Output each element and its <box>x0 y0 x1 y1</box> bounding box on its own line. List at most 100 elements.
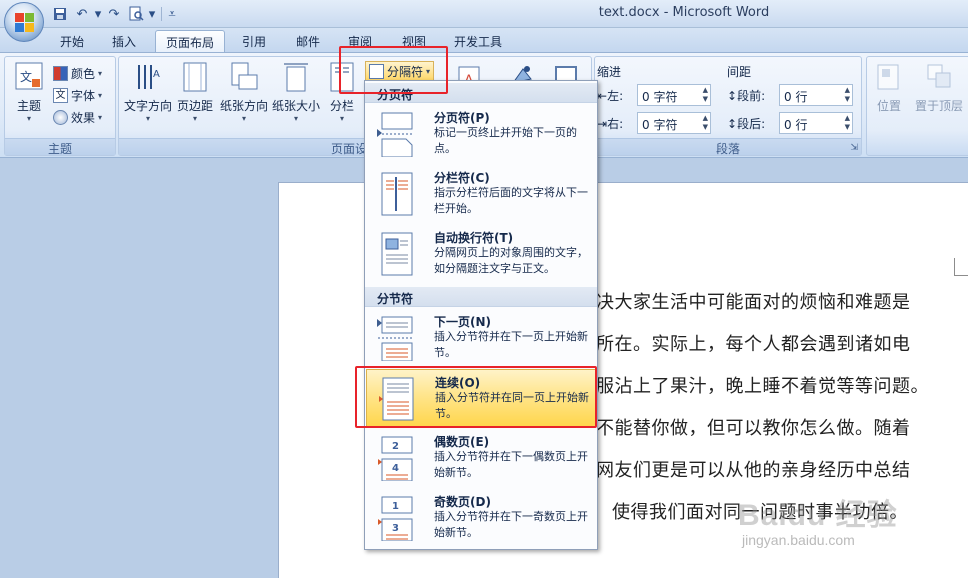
text-direction-icon: A <box>133 61 163 93</box>
columns-button[interactable]: 分栏 ▾ <box>325 61 359 124</box>
next-page-desc: 插入分节符并在下一页上开始新节。 <box>434 330 588 359</box>
page-break-item[interactable]: 分页符(P) 标记一页终止并开始下一页的点。 <box>366 105 596 163</box>
svg-text:A: A <box>153 69 160 80</box>
document-text-line[interactable]: 所在。实际上，每个人都会遇到诸如电 <box>596 330 911 356</box>
columns-dropdown-icon: ▾ <box>339 114 344 123</box>
indent-left-input[interactable]: 0 字符 ▲ ▼ <box>637 84 711 106</box>
margins-icon <box>180 61 210 93</box>
indent-left-icon: ⇤ <box>597 89 608 103</box>
even-page-item[interactable]: 2 4 偶数页(E) 插入分节符并在下一偶数页上开始新节。 <box>366 429 596 487</box>
document-text-line[interactable]: 服沾上了果汁，晚上睡不着觉等等问题。 <box>596 372 929 398</box>
bring-to-front-label: 置于顶层 <box>914 99 963 113</box>
size-button[interactable]: 纸张大小 ▾ <box>271 61 321 124</box>
fonts-dropdown-icon: ▾ <box>98 90 103 100</box>
orientation-dropdown-icon: ▾ <box>241 114 246 123</box>
margins-dropdown-icon: ▾ <box>192 114 197 123</box>
title-bar: ↶ ▾ ↷ ▾ ⩡ text.docx - Microsoft Word <box>0 0 968 42</box>
breaks-button[interactable]: 分隔符 ▾ <box>365 61 435 81</box>
tab-references[interactable]: 引用 <box>232 30 276 52</box>
text-direction-dropdown-icon: ▾ <box>145 114 150 123</box>
document-text-line[interactable]: 网友们更是可以从他的亲身经历中总结 <box>596 456 911 482</box>
page-break-title: 分页符(P) <box>434 111 490 125</box>
next-page-item[interactable]: 下一页(N) 插入分节符并在下一页上开始新节。 <box>366 309 596 367</box>
spacing-label: 间距 <box>727 65 752 79</box>
space-after-spinner-icon[interactable]: ▲ ▼ <box>845 114 850 132</box>
indent-right-icon: ⇥ <box>597 117 608 131</box>
page-breaks-header: 分页符 <box>365 83 597 103</box>
orientation-icon <box>229 61 259 93</box>
tab-mailings[interactable]: 邮件 <box>286 30 330 52</box>
svg-text:3: 3 <box>392 523 399 534</box>
colors-dropdown-icon: ▾ <box>98 68 103 78</box>
page-size-icon <box>281 61 311 93</box>
size-dropdown-icon: ▾ <box>293 114 298 123</box>
tab-insert[interactable]: 插入 <box>102 30 146 52</box>
breaks-menu: 分页符 分页符(P) 标记一页终止并开始下一页的点。 分栏符(C) 指示分栏符后… <box>364 80 598 550</box>
indent-left-spinner-icon[interactable]: ▲ ▼ <box>703 86 708 104</box>
space-before-label: ↕段前: <box>727 89 766 103</box>
tab-review[interactable]: 审阅 <box>338 30 382 52</box>
bring-to-front-icon <box>924 61 954 93</box>
tab-view[interactable]: 视图 <box>392 30 436 52</box>
space-before-spinner-icon[interactable]: ▲ ▼ <box>845 86 850 104</box>
indent-left-label: ⇤左: <box>597 89 624 103</box>
fonts-icon: 文 <box>53 87 68 103</box>
odd-page-item[interactable]: 1 3 奇数页(D) 插入分节符并在下一奇数页上开始新节。 <box>366 489 596 547</box>
document-text-line[interactable]: 决大家生活中可能面对的烦恼和难题是 <box>596 288 911 314</box>
document-text-line[interactable]: 不能替你做，但可以教你怎么做。随着 <box>596 414 911 440</box>
column-break-icon <box>381 172 413 216</box>
svg-text:文: 文 <box>20 69 32 84</box>
effects-dropdown-icon: ▾ <box>98 112 103 122</box>
margins-button[interactable]: 页边距 ▾ <box>175 61 215 124</box>
paragraph-group: 缩进 间距 ⇤左: 0 字符 ▲ ▼ ⇥右: 0 字符 ▲ ▼ ↕段前: 0 行 ▲ ▼ ↕… <box>594 56 862 156</box>
continuous-title: 连续(O) <box>435 376 481 390</box>
continuous-item[interactable]: 连续(O) 插入分节符并在同一页上开始新节。 <box>366 369 596 427</box>
indent-right-spinner-icon[interactable]: ▲ ▼ <box>703 114 708 132</box>
colors-icon <box>53 65 68 81</box>
text-direction-button[interactable]: A 文字方向 ▾ <box>123 61 173 124</box>
even-page-title: 偶数页(E) <box>434 435 490 449</box>
themes-label: 主题 <box>16 99 41 113</box>
column-break-item[interactable]: 分栏符(C) 指示分栏符后面的文字将从下一栏开始。 <box>366 165 596 223</box>
position-button[interactable]: 位置 <box>871 61 907 114</box>
paragraph-dialog-launcher-icon[interactable]: ⇲ <box>850 143 858 153</box>
odd-page-break-icon: 1 3 <box>378 496 413 541</box>
themes-group-label: 主题 <box>5 138 115 156</box>
indent-right-label: ⇥右: <box>597 117 624 131</box>
svg-text:1: 1 <box>392 501 399 512</box>
text-wrapping-break-icon <box>381 232 413 276</box>
position-icon <box>874 61 904 93</box>
colors-button[interactable]: 颜色 ▾ <box>53 63 102 83</box>
office-button[interactable] <box>4 2 44 42</box>
column-break-title: 分栏符(C) <box>434 171 490 185</box>
space-after-icon: ↕ <box>727 117 738 131</box>
tab-home[interactable]: 开始 <box>50 30 94 52</box>
paragraph-group-label: 段落 <box>595 138 861 156</box>
tab-page-layout[interactable]: 页面布局 <box>155 30 226 52</box>
orientation-button[interactable]: 纸张方向 ▾ <box>219 61 269 124</box>
continuous-desc: 插入分节符并在同一页上开始新节。 <box>435 391 589 420</box>
bring-to-front-button[interactable]: 置于顶层 <box>909 61 968 114</box>
orientation-label: 纸张方向 <box>219 99 268 113</box>
themes-button[interactable]: 文 主题 ▾ <box>9 61 49 124</box>
even-page-break-icon: 2 4 <box>378 436 413 481</box>
indent-right-input[interactable]: 0 字符 ▲ ▼ <box>637 112 711 134</box>
page-break-desc: 标记一页终止并开始下一页的点。 <box>434 126 577 155</box>
effects-button[interactable]: 效果 ▾ <box>53 107 102 127</box>
svg-text:2: 2 <box>392 441 399 452</box>
fonts-button[interactable]: 文 字体 ▾ <box>53 85 102 105</box>
tab-developer[interactable]: 开发工具 <box>444 30 512 52</box>
odd-page-title: 奇数页(D) <box>434 495 491 509</box>
themes-group: 文 主题 ▾ 颜色 ▾ 文 字体 ▾ 效果 ▾ 主题 <box>4 56 116 156</box>
space-before-input[interactable]: 0 行 ▲ ▼ <box>779 84 853 106</box>
space-after-label: ↕段后: <box>727 117 766 131</box>
position-label: 位置 <box>876 99 901 113</box>
page-break-icon <box>378 112 414 157</box>
ribbon-tabs: 开始 插入 页面布局 引用 邮件 审阅 视图 开发工具 <box>0 28 968 52</box>
space-after-input[interactable]: 0 行 ▲ ▼ <box>779 112 853 134</box>
effects-icon <box>53 109 68 125</box>
text-wrapping-break-item[interactable]: 自动换行符(T) 分隔网页上的对象周围的文字，如分隔题注文字与正文。 <box>366 225 596 283</box>
size-label: 纸张大小 <box>271 99 320 113</box>
svg-text:4: 4 <box>392 463 399 474</box>
columns-icon <box>327 61 357 93</box>
